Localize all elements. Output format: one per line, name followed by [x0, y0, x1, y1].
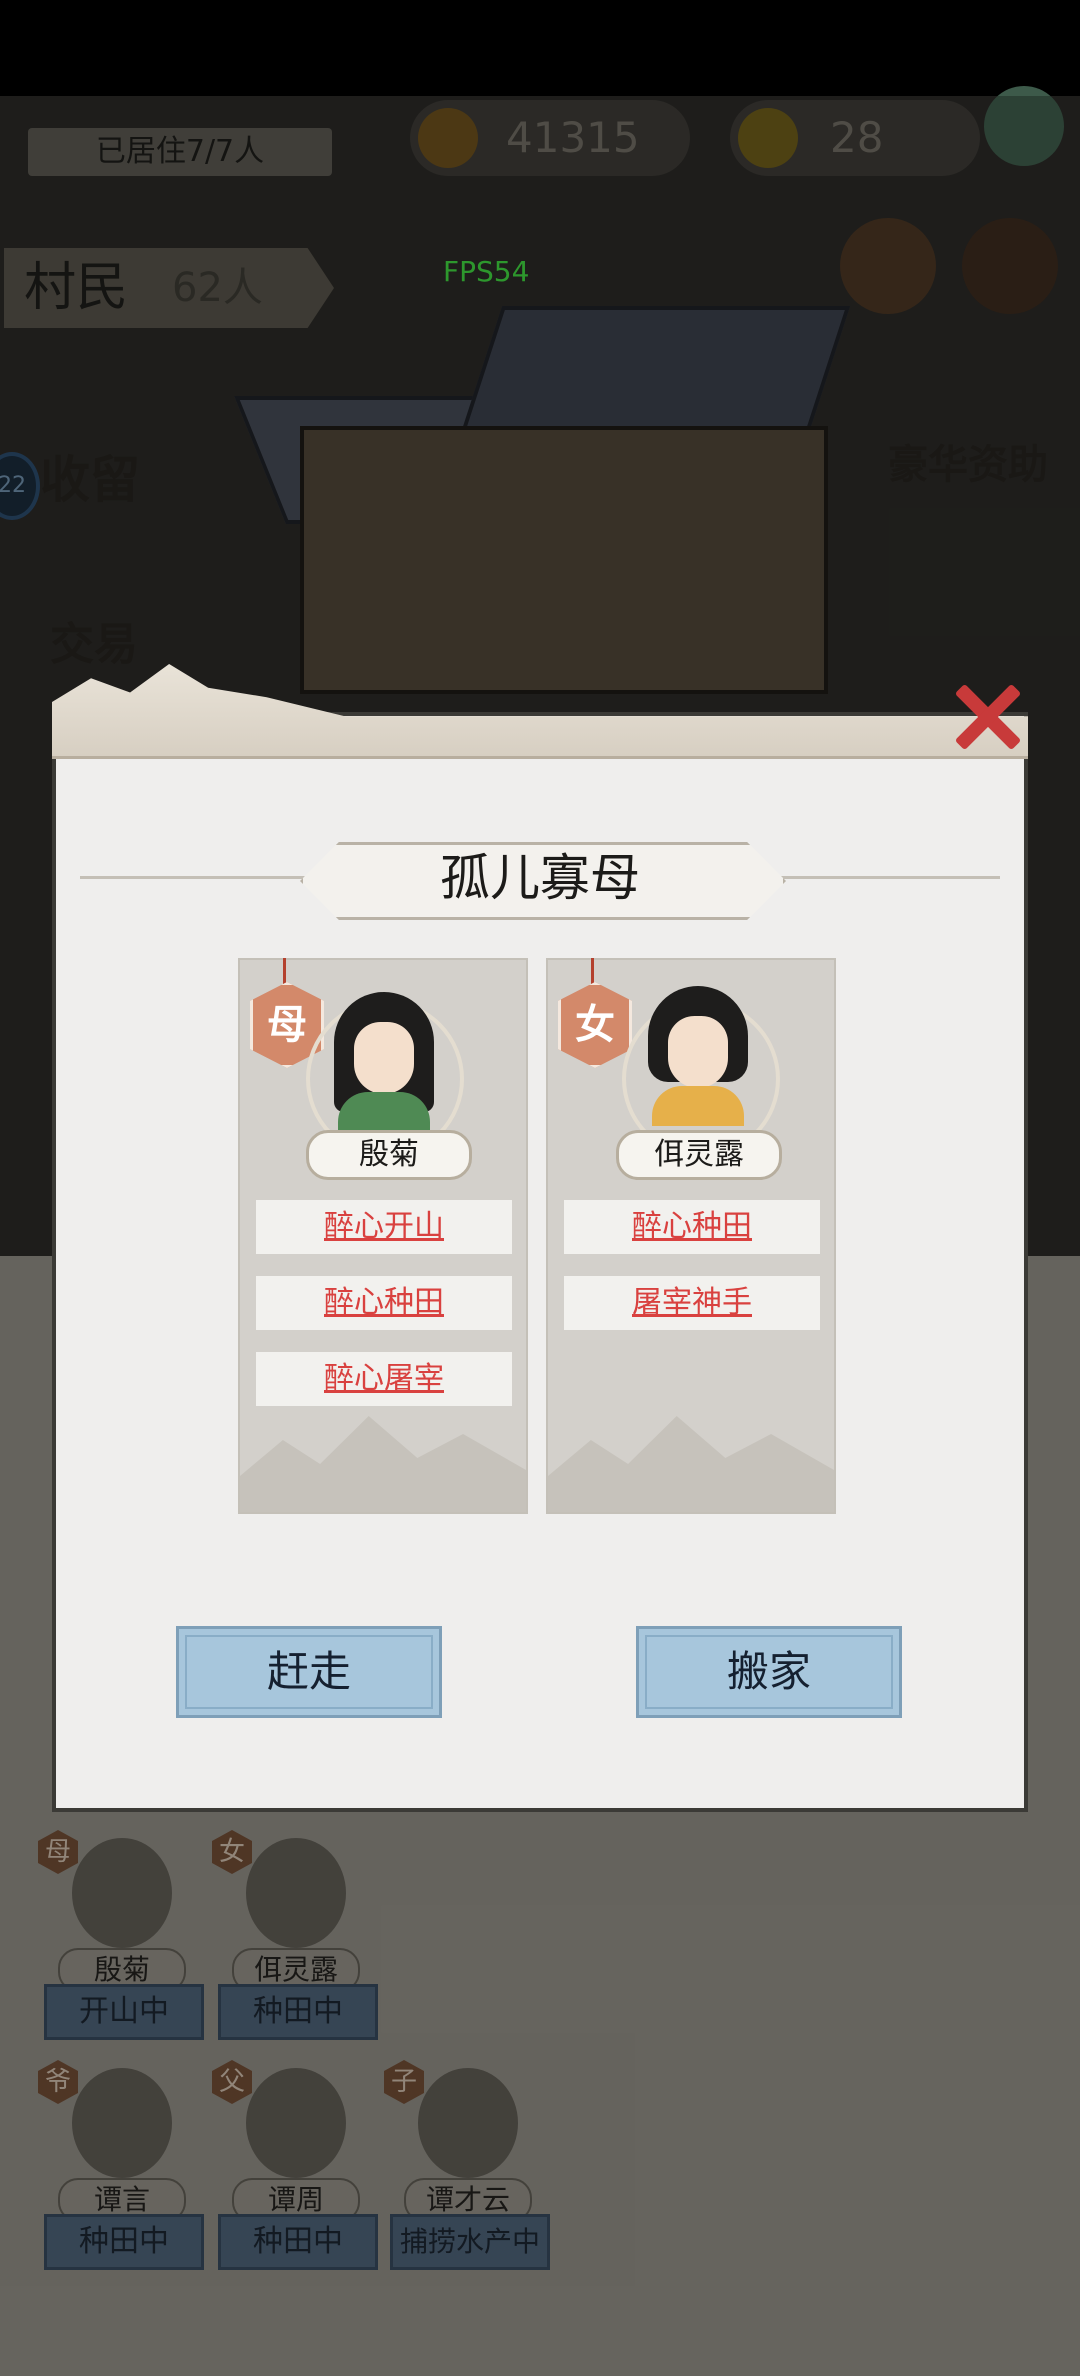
- skill-tag[interactable]: 醉心开山: [256, 1200, 512, 1254]
- dialog-title: 孤儿寡母: [440, 849, 640, 907]
- skill-tag[interactable]: 屠宰神手: [564, 1276, 820, 1330]
- robe: [652, 1086, 744, 1126]
- skill-tag[interactable]: 醉心屠宰: [256, 1352, 512, 1406]
- move-house-button[interactable]: 搬家: [636, 1626, 902, 1718]
- skill-tag[interactable]: 醉心种田: [564, 1200, 820, 1254]
- close-icon[interactable]: [952, 680, 1024, 752]
- panel-mountains: [548, 1416, 834, 1512]
- portrait-daughter: [638, 986, 758, 1126]
- status-bar: [0, 0, 1080, 96]
- robe: [338, 1092, 430, 1132]
- portrait-mother: [324, 992, 444, 1132]
- member-name-daughter: 佴灵露: [616, 1130, 782, 1180]
- evict-button[interactable]: 赶走: [176, 1626, 442, 1718]
- panel-mountains: [240, 1416, 526, 1512]
- member-name-mother: 殷菊: [306, 1130, 472, 1180]
- face: [354, 1022, 414, 1094]
- face: [668, 1016, 728, 1088]
- skill-tag[interactable]: 醉心种田: [256, 1276, 512, 1330]
